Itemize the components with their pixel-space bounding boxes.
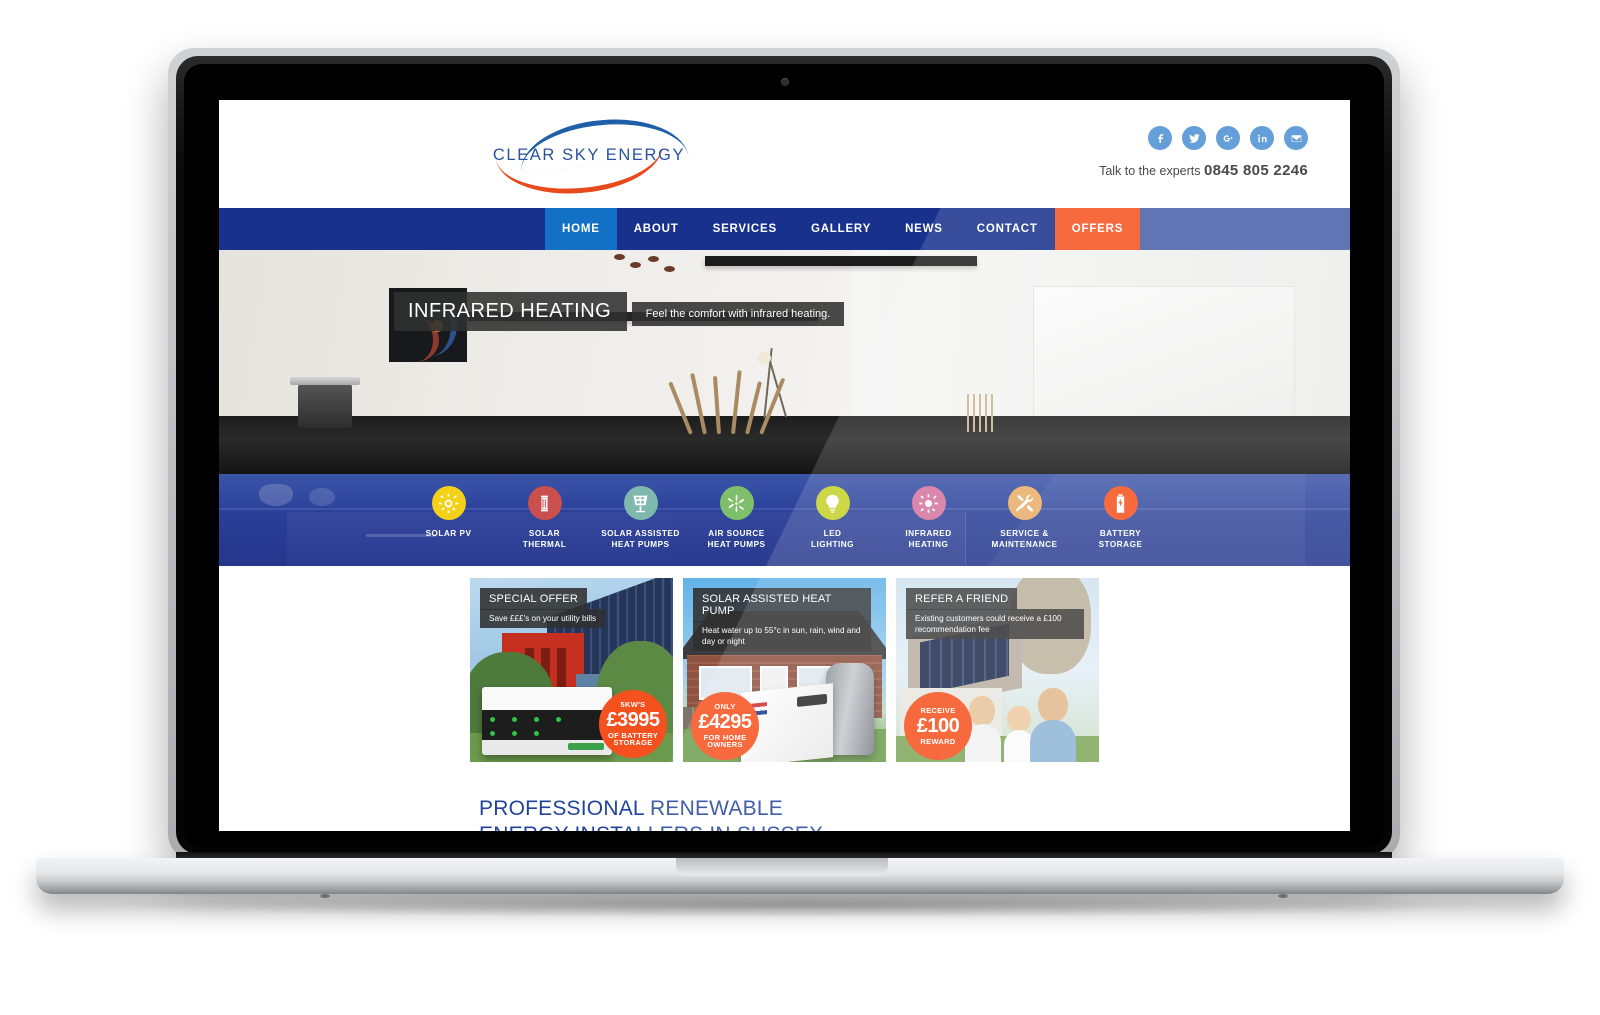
nav-item-home[interactable]: HOME	[545, 208, 617, 250]
hero-banner: INFRARED HEATING Feel the comfort with i…	[219, 250, 1350, 474]
badge-top-text: ONLY	[714, 701, 736, 711]
service-label-2: HEAT PUMPS	[611, 540, 670, 549]
badge-price: £100	[916, 714, 960, 737]
nav-item-gallery[interactable]: GALLERY	[794, 208, 888, 250]
lightbulb-icon	[815, 486, 850, 520]
nav-item-about[interactable]: ABOUT	[617, 208, 696, 250]
fan-icon	[719, 486, 754, 520]
nav-left-spacer	[219, 208, 545, 250]
service-item-led-lighting[interactable]: LED LIGHTING	[785, 486, 881, 550]
badge-top-text: 5KW'S	[620, 699, 646, 709]
nav-item-news[interactable]: NEWS	[888, 208, 960, 250]
badge-bottom-text: REWARD	[920, 736, 956, 746]
service-item-air-source-heat-pumps[interactable]: AIR SOURCE HEAT PUMPS	[689, 486, 785, 550]
browser-screen: CLEAR SKY ENERGY Talk to the experts 084…	[219, 100, 1350, 831]
promo-title: SOLAR ASSISTED HEAT PUMP	[693, 588, 871, 622]
service-item-solar-assisted-heat-pumps[interactable]: SOLAR ASSISTED HEAT PUMPS	[593, 486, 689, 550]
promo-price-badge: 5KW'S £3995 OF BATTERY STORAGE	[599, 690, 667, 758]
service-label-2: MAINTENANCE	[991, 540, 1058, 549]
thermal-cylinder-icon	[527, 486, 562, 520]
hero-subtitle: Feel the comfort with infrared heating.	[631, 302, 845, 326]
service-label-2: LIGHTING	[810, 540, 855, 549]
promo-card-solar-assisted-heat-pump[interactable]: SOLAR ASSISTED HEAT PUMP Heat water up t…	[683, 578, 886, 762]
service-item-solar-thermal[interactable]: SOLAR THERMAL	[497, 486, 593, 550]
sun-icon	[431, 486, 466, 520]
services-list: SOLAR PV SOLAR THERMAL SOLAR ASSISTED HE…	[219, 474, 1350, 566]
nav-item-services[interactable]: SERVICES	[696, 208, 794, 250]
hero-title: INFRARED HEATING	[394, 292, 628, 331]
google-plus-icon[interactable]	[1216, 126, 1240, 150]
promo-caption: SPECIAL OFFER Save £££'s on your utility…	[480, 588, 606, 628]
badge-top-text: RECEIVE	[920, 705, 956, 715]
service-label-2: HEAT PUMPS	[707, 540, 766, 549]
site-header: CLEAR SKY ENERGY Talk to the experts 084…	[219, 100, 1350, 208]
phone-number: 0845 805 2246	[1204, 162, 1308, 179]
promo-price-badge: RECEIVE £100 REWARD	[904, 692, 972, 760]
service-label-2: STORAGE	[1098, 540, 1143, 549]
service-label: SOLAR	[528, 529, 561, 538]
laptop-mockup-scene: CLEAR SKY ENERGY Talk to the experts 084…	[0, 0, 1600, 1015]
promo-price-badge: ONLY £4295 FOR HOME OWNERS	[691, 692, 759, 760]
intro-section: PROFESSIONAL RENEWABLE ENERGY INSTALLERS…	[219, 778, 1350, 831]
badge-price: £4295	[698, 710, 752, 733]
page-title: PROFESSIONAL RENEWABLE ENERGY INSTALLERS…	[479, 796, 1350, 831]
service-label: AIR SOURCE	[708, 529, 765, 538]
promo-card-refer-a-friend[interactable]: REFER A FRIEND Existing customers could …	[896, 578, 1099, 762]
hero-caption: INFRARED HEATING Feel the comfort with i…	[394, 292, 845, 331]
main-navigation: HOME ABOUT SERVICES GALLERY NEWS CONTACT…	[219, 208, 1350, 250]
page-title-line-2: ENERGY INSTALLERS IN SUSSEX,	[479, 823, 829, 831]
promo-card-special-offer[interactable]: SPECIAL OFFER Save £££'s on your utility…	[470, 578, 673, 762]
badge-bottom-text: OF BATTERY STORAGE	[607, 730, 659, 748]
facebook-icon[interactable]	[1148, 126, 1172, 150]
service-label: SOLAR PV	[425, 529, 472, 538]
services-strip: SOLAR PV SOLAR THERMAL SOLAR ASSISTED HE…	[219, 474, 1350, 566]
site-logo[interactable]: CLEAR SKY ENERGY	[489, 112, 689, 201]
service-item-battery-storage[interactable]: BATTERY STORAGE	[1073, 486, 1169, 550]
hero-kitchen-photo	[219, 250, 1350, 474]
badge-price: £3995	[606, 708, 660, 731]
service-label: BATTERY	[1099, 529, 1142, 538]
linkedin-icon[interactable]	[1250, 126, 1274, 150]
phone-contact[interactable]: Talk to the experts 0845 805 2246	[1099, 162, 1308, 179]
promo-subtitle: Heat water up to 55°c in sun, rain, wind…	[693, 621, 871, 651]
service-label: LED	[823, 529, 842, 538]
tools-icon	[1007, 486, 1042, 520]
service-item-service-maintenance[interactable]: SERVICE & MAINTENANCE	[977, 486, 1073, 550]
service-label: INFRARED	[905, 529, 952, 538]
service-label: SOLAR ASSISTED	[601, 529, 680, 538]
laptop-base-notch	[676, 858, 888, 876]
solar-panel-icon	[623, 486, 658, 520]
promo-subtitle: Save £££'s on your utility bills	[480, 609, 606, 628]
service-label-2: THERMAL	[522, 540, 567, 549]
nav-item-offers[interactable]: OFFERS	[1054, 208, 1141, 250]
promo-title: REFER A FRIEND	[906, 588, 1018, 610]
promo-caption: REFER A FRIEND Existing customers could …	[906, 588, 1084, 639]
promo-cards: SPECIAL OFFER Save £££'s on your utility…	[219, 566, 1350, 778]
twitter-icon[interactable]	[1182, 126, 1206, 150]
phone-lead-text: Talk to the experts	[1099, 164, 1204, 178]
service-item-infrared-heating[interactable]: INFRARED HEATING	[881, 486, 977, 550]
service-label-2: HEATING	[908, 540, 949, 549]
laptop-shadow	[70, 892, 1530, 918]
battery-icon	[1103, 486, 1138, 520]
service-item-solar-pv[interactable]: SOLAR PV	[401, 486, 497, 539]
promo-caption: SOLAR ASSISTED HEAT PUMP Heat water up t…	[693, 588, 871, 651]
promo-subtitle: Existing customers could receive a £100 …	[906, 609, 1084, 639]
badge-bottom-text: FOR HOME OWNERS	[703, 732, 747, 750]
nav-item-contact[interactable]: CONTACT	[960, 208, 1055, 250]
page-title-line-1: PROFESSIONAL RENEWABLE	[479, 797, 783, 820]
nav-right-filler	[1140, 208, 1350, 250]
email-icon[interactable]	[1284, 126, 1308, 150]
webcam-icon	[781, 78, 789, 86]
service-label: SERVICE &	[1000, 529, 1049, 538]
logo-text: CLEAR SKY ENERGY	[492, 146, 686, 164]
radiant-sun-icon	[911, 486, 946, 520]
promo-title: SPECIAL OFFER	[480, 588, 587, 610]
social-links	[1148, 126, 1308, 150]
